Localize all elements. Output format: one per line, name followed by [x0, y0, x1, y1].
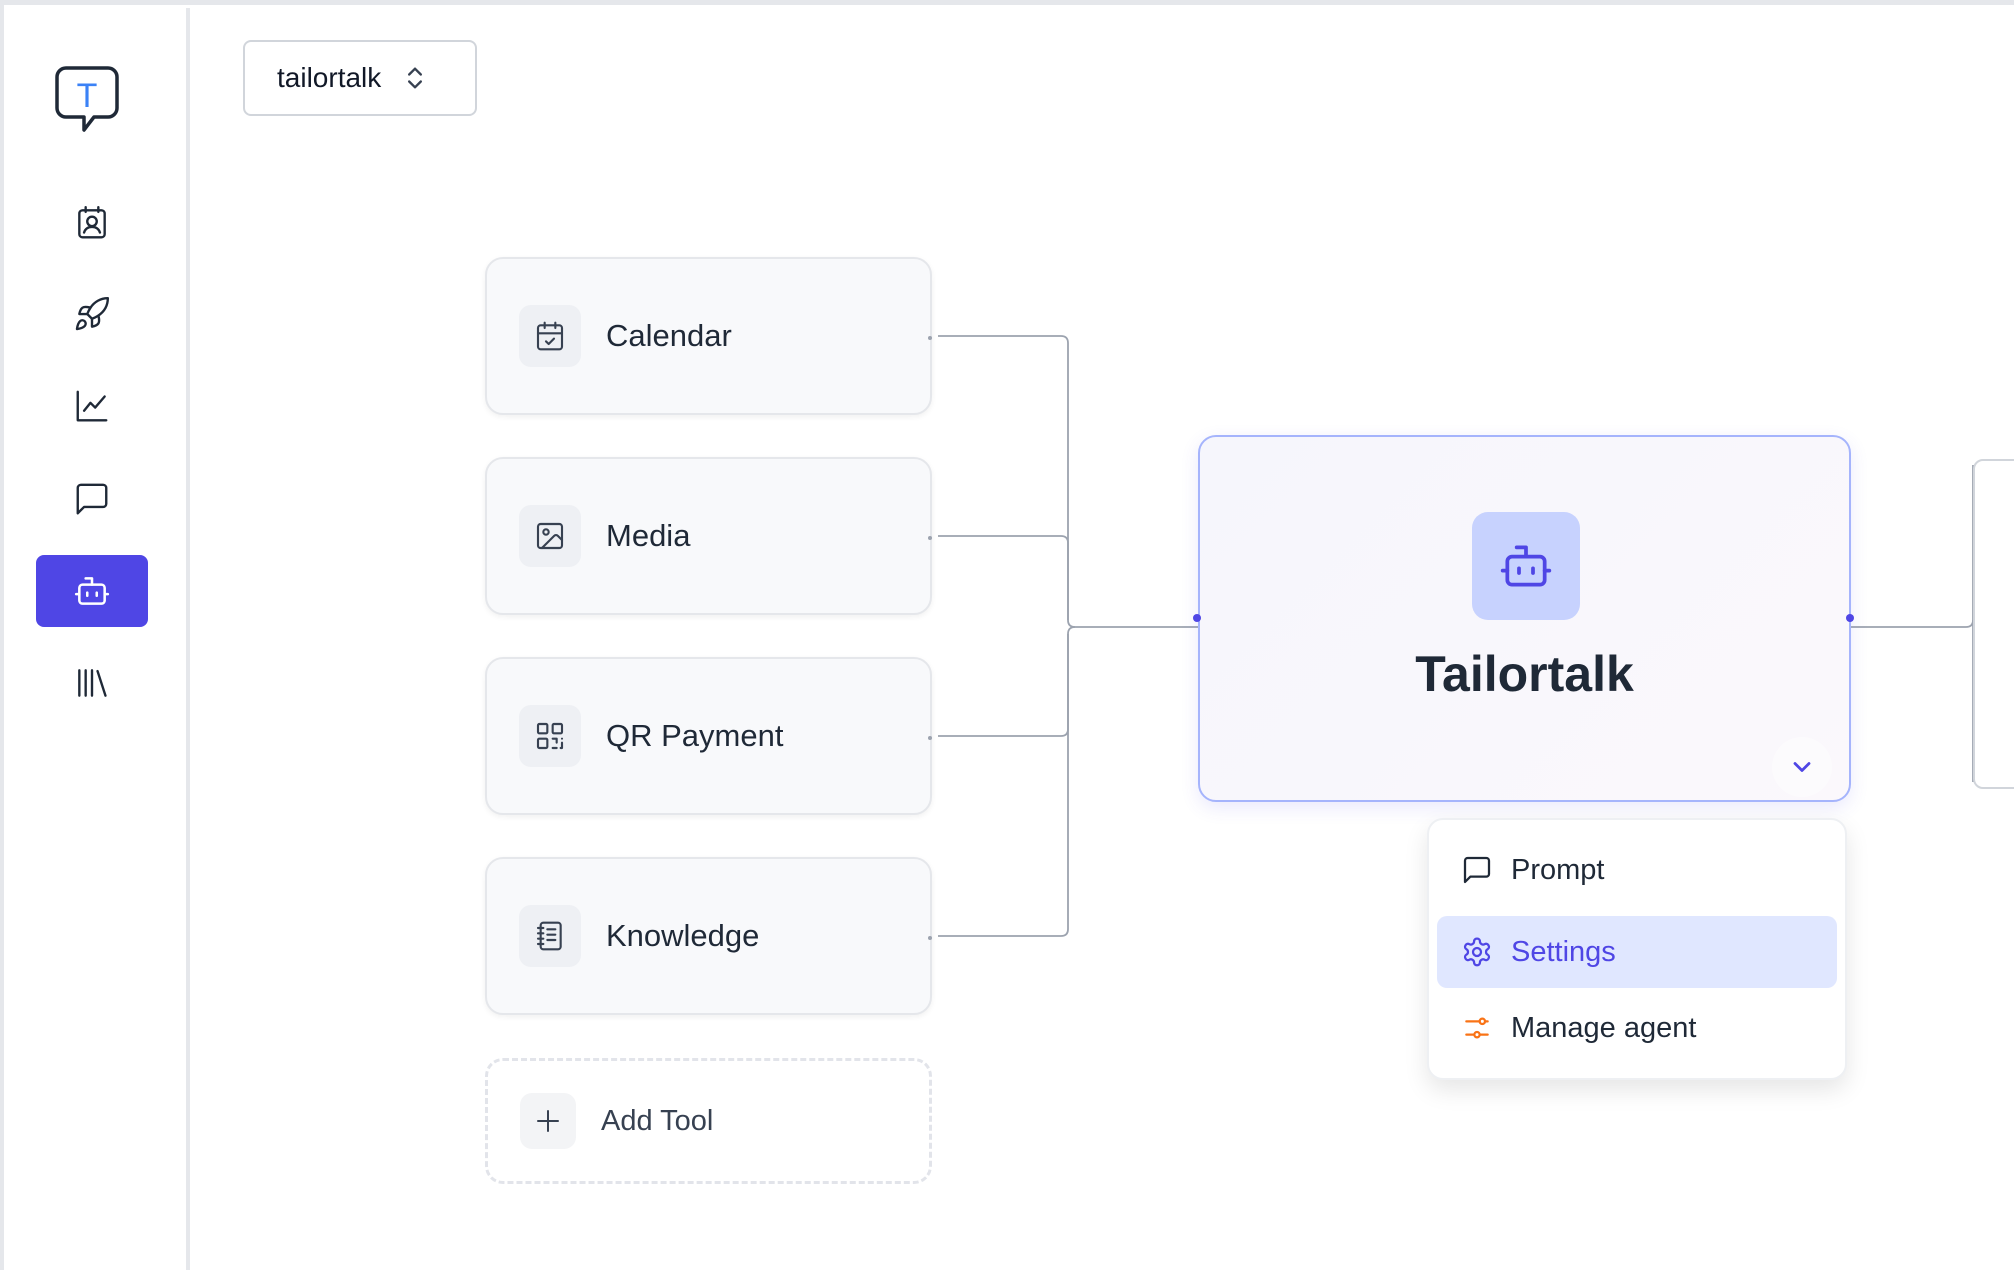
tool-card-calendar[interactable]: Calendar [485, 257, 932, 415]
sidebar-item-agents[interactable] [36, 555, 148, 627]
tool-output-port [928, 936, 932, 940]
agent-name: Tailortalk [1415, 646, 1634, 702]
downstream-node-partial[interactable] [1973, 459, 2014, 789]
image-icon [536, 522, 564, 550]
tool-card-knowledge[interactable]: Knowledge [485, 857, 932, 1015]
chat-bubble-icon [76, 483, 108, 515]
settings-gear-icon [1463, 937, 1491, 967]
chat-logo-icon: T [55, 66, 119, 132]
agent-node[interactable]: Tailortalk [1198, 435, 1851, 802]
menu-item-manage-agent[interactable]: Manage agent [1437, 992, 1837, 1064]
plus-icon [537, 1110, 559, 1132]
calendar-check-icon [536, 321, 564, 351]
sidebar-item-analytics[interactable] [36, 370, 148, 442]
chart-line-icon [76, 390, 108, 422]
app-logo[interactable]: T [54, 64, 120, 136]
bot-icon [1500, 545, 1552, 587]
agent-menu-toggle[interactable] [1772, 737, 1832, 797]
sidebar-item-campaigns[interactable] [36, 278, 148, 350]
message-square-icon [1463, 856, 1491, 884]
contact-book-icon [78, 205, 106, 239]
sidebar-item-contacts[interactable] [36, 187, 148, 259]
chevrons-up-down-icon [408, 67, 423, 89]
agent-input-port[interactable] [1193, 614, 1201, 622]
sliders-toggle-icon [1465, 1017, 1489, 1039]
agent-output-port[interactable] [1846, 614, 1854, 622]
tool-card-media[interactable]: Media [485, 457, 932, 615]
tool-icon-box [519, 705, 581, 767]
menu-item-label: Prompt [1511, 853, 1605, 886]
agent-context-menu: Prompt Settings Manage agent [1427, 818, 1847, 1080]
add-tool-label: Add Tool [601, 1104, 714, 1137]
tool-icon-box [519, 905, 581, 967]
qr-code-icon [536, 722, 564, 750]
tool-label: Knowledge [606, 918, 760, 953]
window-top-border [0, 0, 2014, 5]
sidebar-item-conversations[interactable] [36, 463, 148, 535]
menu-item-prompt[interactable]: Prompt [1437, 834, 1837, 906]
notebook-icon [536, 921, 562, 951]
menu-item-label: Settings [1511, 935, 1616, 968]
agent-avatar [1472, 512, 1580, 620]
menu-item-label: Manage agent [1511, 1011, 1697, 1044]
rocket-icon [75, 296, 110, 331]
tool-output-port [928, 536, 932, 540]
tool-label: QR Payment [606, 718, 784, 753]
tool-card-qr-payment[interactable]: QR Payment [485, 657, 932, 815]
sidebar-item-library[interactable] [36, 647, 148, 719]
plus-icon-box [520, 1093, 576, 1149]
tool-icon-box [519, 305, 581, 367]
svg-text:T: T [77, 77, 98, 115]
menu-item-settings[interactable]: Settings [1437, 916, 1837, 988]
add-tool-button[interactable]: Add Tool [485, 1058, 932, 1184]
bot-icon [74, 577, 110, 605]
workspace-selector[interactable]: tailortalk [243, 40, 477, 116]
tool-output-port [928, 336, 932, 340]
tool-label: Media [606, 518, 691, 553]
tool-output-port [928, 736, 932, 740]
chevron-down-icon [1793, 762, 1811, 772]
workspace-name: tailortalk [277, 62, 382, 93]
tool-icon-box [519, 505, 581, 567]
sidebar: T [4, 8, 190, 1270]
tool-label: Calendar [606, 318, 732, 353]
library-icon [78, 669, 107, 697]
